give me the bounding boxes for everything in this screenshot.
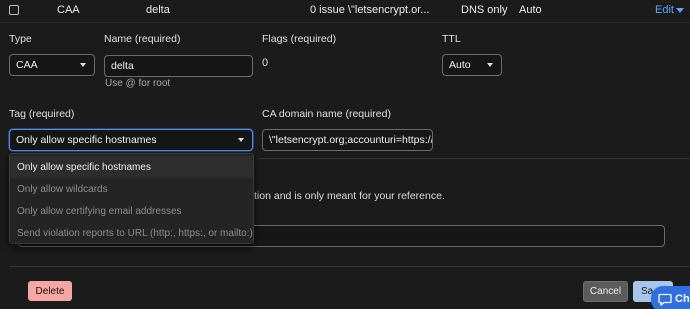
section-divider xyxy=(258,158,690,159)
preview-note: olution and is only meant for your refer… xyxy=(240,190,445,202)
record-content: 0 issue \"letsencrypt.or... xyxy=(310,4,430,16)
tag-option[interactable]: Send violation reports to URL (http:, ht… xyxy=(10,222,253,244)
tag-select-value: Only allow specific hostnames xyxy=(16,134,157,146)
ca-domain-input[interactable]: \"letsencrypt.org;accounturi=https:// xyxy=(262,129,433,151)
tag-option-label: Only allow wildcards xyxy=(17,183,108,195)
tag-option[interactable]: Only allow wildcards xyxy=(10,178,253,200)
tag-option-label: Only allow certifying email addresses xyxy=(17,205,182,217)
chevron-down-icon xyxy=(238,138,244,142)
cancel-button-label: Cancel xyxy=(589,286,622,297)
tag-select[interactable]: Only allow specific hostnames xyxy=(9,129,253,151)
chat-button[interactable]: Ch xyxy=(651,286,690,309)
tag-option[interactable]: Only allow certifying email addresses xyxy=(10,200,253,222)
flags-label: Flags (required) xyxy=(262,33,337,45)
tag-label: Tag (required) xyxy=(9,108,75,120)
record-proxy-status: DNS only xyxy=(461,4,508,16)
ttl-select[interactable]: Auto xyxy=(442,54,502,76)
delete-button-label: Delete xyxy=(35,285,65,297)
chevron-down-icon xyxy=(80,63,86,67)
delete-button[interactable]: Delete xyxy=(28,281,72,301)
flags-value: 0 xyxy=(262,57,269,69)
name-hint: Use @ for root xyxy=(105,78,171,89)
ca-domain-label: CA domain name (required) xyxy=(262,108,391,120)
ca-domain-input-value: \"letsencrypt.org;accounturi=https:// xyxy=(269,134,433,146)
edit-button[interactable]: Edit xyxy=(655,4,684,16)
chevron-down-icon xyxy=(487,63,493,67)
tag-option-label: Only allow specific hostnames xyxy=(17,161,151,173)
type-select[interactable]: CAA xyxy=(9,54,95,76)
ttl-label: TTL xyxy=(442,33,461,45)
tag-option-label: Send violation reports to URL (http:, ht… xyxy=(17,227,253,239)
footer-divider xyxy=(9,266,690,267)
ttl-select-value: Auto xyxy=(449,59,471,71)
record-type: CAA xyxy=(57,4,80,16)
caret-down-icon xyxy=(675,7,684,13)
chat-bubble-icon xyxy=(658,293,672,306)
record-ttl: Auto xyxy=(519,4,542,16)
tag-option[interactable]: Only allow specific hostnames xyxy=(10,156,253,178)
cancel-button[interactable]: Cancel xyxy=(583,281,628,302)
tag-dropdown-menu: Only allow specific hostnames Only allow… xyxy=(9,153,254,244)
row-divider xyxy=(0,22,690,23)
name-input-value: delta xyxy=(111,60,134,72)
name-input[interactable]: delta xyxy=(104,55,253,77)
chat-label: Ch xyxy=(675,293,690,305)
type-label: Type xyxy=(9,33,32,45)
row-select-checkbox[interactable] xyxy=(9,5,19,15)
type-select-value: CAA xyxy=(16,59,38,71)
edit-label: Edit xyxy=(655,4,674,16)
name-label: Name (required) xyxy=(104,33,181,45)
record-name: delta xyxy=(146,4,170,16)
